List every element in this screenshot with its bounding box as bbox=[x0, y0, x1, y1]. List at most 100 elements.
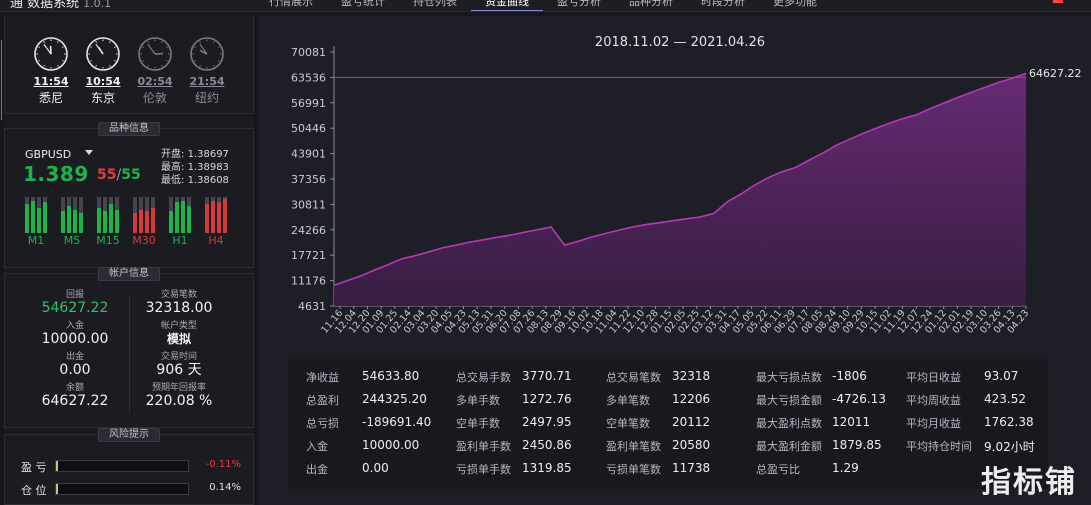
strength-bar bbox=[103, 197, 107, 233]
clock-city: 悉尼 bbox=[38, 91, 63, 105]
account-field-value: 0.00 bbox=[59, 362, 91, 378]
stat-label: 总盈利 bbox=[306, 394, 339, 407]
timeframe-M1[interactable]: M1 bbox=[21, 195, 51, 247]
account-field-value: 64627.22 bbox=[41, 393, 109, 409]
timeframe-H1[interactable]: H1 bbox=[165, 195, 195, 247]
strength-bar bbox=[73, 197, 77, 233]
stat-value: 93.07 bbox=[984, 369, 1019, 383]
clock-city: 东京 bbox=[90, 91, 115, 105]
stat-label: 空单笔数 bbox=[606, 417, 650, 430]
clock-face-icon bbox=[34, 37, 68, 71]
account-field-label: 预期年回报率 bbox=[151, 383, 206, 393]
current-price: 1.389 bbox=[23, 162, 89, 186]
tab-6[interactable]: 时段分析 bbox=[687, 0, 759, 11]
tab-4[interactable]: 盈亏分析 bbox=[543, 0, 615, 11]
y-tick-label: 30811 bbox=[291, 198, 326, 211]
stat-value: 1272.76 bbox=[522, 392, 572, 406]
clock-time: 02:54 bbox=[137, 75, 173, 88]
timeframe-M30[interactable]: M30 bbox=[129, 195, 159, 247]
tab-1[interactable]: 盈亏统计 bbox=[327, 0, 399, 11]
tab-3[interactable]: 资金曲线 bbox=[471, 0, 543, 11]
strength-bar bbox=[139, 197, 143, 233]
strength-bars bbox=[165, 195, 195, 233]
stat-label: 最大盈利点数 bbox=[756, 417, 822, 430]
stat-label: 入金 bbox=[306, 440, 328, 453]
stat-label: 平均周收益 bbox=[906, 394, 961, 407]
clock-1: 10:54 东京 bbox=[81, 36, 125, 106]
stat-value: 32318 bbox=[672, 369, 711, 383]
stat-value: 1319.85 bbox=[522, 461, 572, 475]
account-field: 入金 10000.00 bbox=[25, 321, 125, 348]
watermark-logo: 指标铺 bbox=[981, 465, 1077, 500]
timeframe-label: M1 bbox=[27, 234, 45, 247]
stat-value: 12206 bbox=[672, 392, 711, 406]
stat-label: 总盈亏比 bbox=[756, 463, 800, 476]
y-tick-label: 43901 bbox=[291, 148, 326, 161]
symbol-selector[interactable]: GBPUSD bbox=[25, 148, 71, 161]
low-value: 1.38608 bbox=[187, 175, 229, 186]
stat-label: 总交易笔数 bbox=[606, 371, 661, 384]
strength-bar bbox=[109, 197, 113, 233]
clock-city: 纽约 bbox=[194, 91, 219, 105]
stat-value: -4726.13 bbox=[832, 392, 886, 406]
low-label: 最低: bbox=[161, 175, 185, 186]
y-tick-label: 24266 bbox=[291, 224, 326, 237]
y-tick-label: 50446 bbox=[291, 122, 326, 135]
stat-value: -189691.40 bbox=[362, 415, 432, 429]
account-field-label: 出金 bbox=[65, 352, 84, 362]
account-field-value: 220.08 % bbox=[145, 393, 213, 409]
spread-display: 55/55 bbox=[97, 167, 141, 183]
risk-title: 风险提示 bbox=[98, 428, 160, 442]
stat-label: 空单手数 bbox=[456, 417, 500, 430]
account-field: 交易笔数 32318.00 bbox=[129, 290, 229, 317]
stat-value: 2497.95 bbox=[522, 415, 572, 429]
strength-bar bbox=[115, 197, 119, 233]
strength-bar bbox=[187, 197, 191, 233]
stat-value: 3770.71 bbox=[522, 369, 572, 383]
tab-7[interactable]: 更多功能 bbox=[759, 0, 831, 11]
app-brand: 通 数据系统 1.0.1 bbox=[10, 0, 111, 11]
clock-city: 伦敦 bbox=[142, 91, 167, 105]
strength-bars bbox=[21, 195, 51, 233]
y-tick-label: 4631 bbox=[298, 300, 326, 313]
risk-meter bbox=[55, 460, 189, 472]
risk-label: 仓 位 bbox=[21, 484, 47, 497]
close-window-icon[interactable] bbox=[1053, 0, 1063, 3]
spread-bid: 55 bbox=[121, 167, 141, 183]
stat-value: 0.00 bbox=[362, 461, 389, 475]
account-field-label: 回报 bbox=[65, 290, 84, 300]
stat-label: 平均日收益 bbox=[906, 371, 961, 384]
strength-bar bbox=[181, 197, 185, 233]
strength-bar bbox=[79, 197, 83, 233]
symbol-info-title: 品种信息 bbox=[98, 122, 160, 136]
tab-0[interactable]: 行情展示 bbox=[255, 0, 327, 11]
main-tabs: 行情展示 盈亏统计 持仓列表 资金曲线 盈亏分析 品种分析 时段分析 更多功能 bbox=[255, 0, 831, 11]
tab-5[interactable]: 品种分析 bbox=[615, 0, 687, 11]
clock-0: 11:54 悉尼 bbox=[29, 36, 73, 106]
strength-bar bbox=[31, 197, 35, 233]
stat-value: 11738 bbox=[672, 461, 711, 475]
stat-value: 9.02小时 bbox=[984, 440, 1035, 454]
account-field-label: 入金 bbox=[65, 321, 84, 331]
strength-bar bbox=[175, 197, 179, 233]
stat-value: 244325.20 bbox=[362, 392, 427, 406]
chevron-down-icon[interactable] bbox=[85, 150, 93, 155]
tab-2[interactable]: 持仓列表 bbox=[399, 0, 471, 11]
account-field: 帐户类型 模拟 bbox=[129, 321, 229, 348]
account-field: 交易时间 906 天 bbox=[129, 352, 229, 379]
timeframe-M15[interactable]: M15 bbox=[93, 195, 123, 247]
stat-label: 多单手数 bbox=[456, 394, 500, 407]
strength-bar bbox=[151, 197, 155, 233]
timeframe-H4[interactable]: H4 bbox=[201, 195, 231, 247]
left-edge-accent bbox=[0, 40, 3, 120]
low-price: 最低: 1.38608 bbox=[161, 171, 229, 186]
y-tick-label: 37356 bbox=[291, 173, 326, 186]
timeframe-M5[interactable]: M5 bbox=[57, 195, 87, 247]
strength-bars bbox=[93, 195, 123, 233]
spread-ask: 55 bbox=[97, 167, 117, 183]
risk-meter bbox=[55, 483, 189, 495]
symbol-info-panel: 品种信息 GBPUSD 1.389 55/55 开盘: 1.38697 最高: … bbox=[4, 122, 254, 268]
equity-curve-view: 4631 11176 17721 24266 30811 37356 43901 50446 5… bbox=[258, 16, 1091, 505]
account-field-label: 帐户类型 bbox=[160, 321, 197, 331]
stat-value: 1762.38 bbox=[984, 415, 1034, 429]
